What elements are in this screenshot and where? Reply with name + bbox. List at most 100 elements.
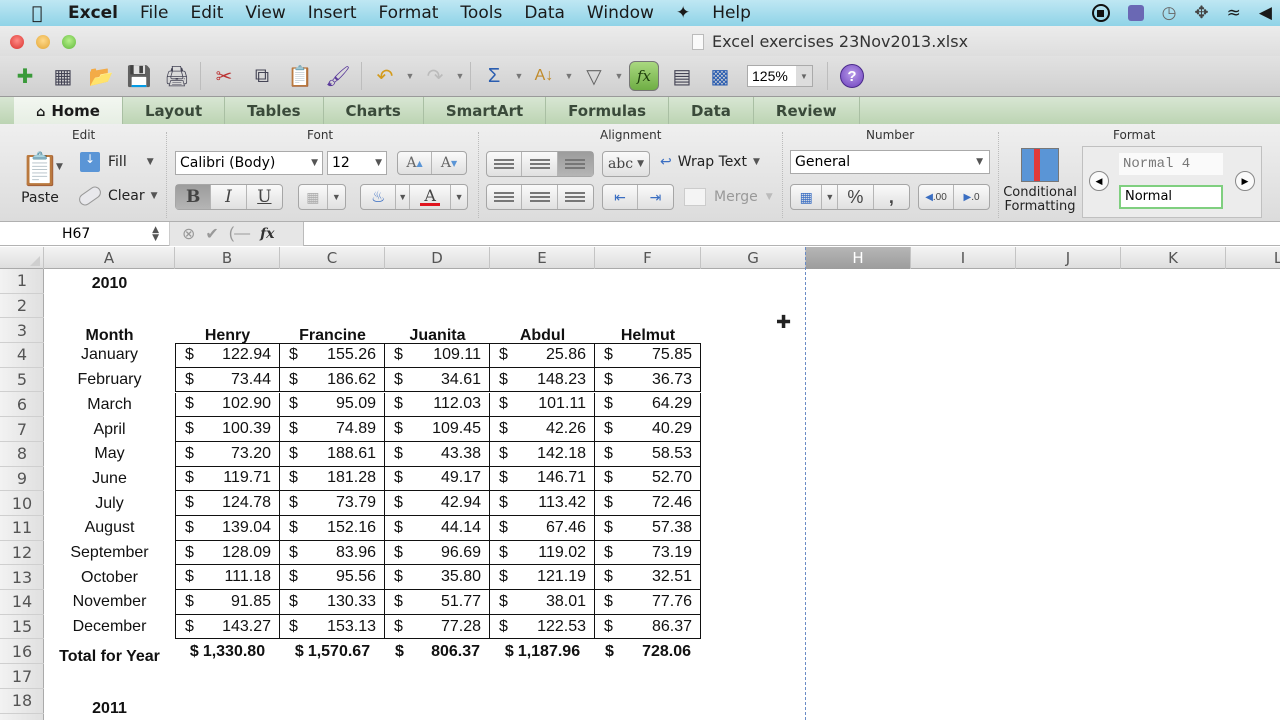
total-cell[interactable]: $1,570.67 [280, 640, 385, 665]
row-header-4[interactable]: 4 [0, 343, 44, 368]
insert-function-button[interactable]: fx [260, 226, 274, 242]
cell-a18-year[interactable]: 2011 [44, 697, 175, 722]
tab-review[interactable]: Review [754, 97, 860, 125]
row-header-14[interactable]: 14 [0, 590, 44, 615]
align-center-button[interactable] [522, 185, 558, 209]
tab-tables[interactable]: Tables [225, 97, 324, 125]
amount-cell[interactable]: $112.03 [385, 392, 490, 418]
row-header-1[interactable]: 1 [0, 269, 44, 294]
amount-cell[interactable]: $42.26 [490, 417, 595, 442]
amount-cell[interactable]: $95.09 [280, 392, 385, 418]
increase-indent-button[interactable]: ⇥ [638, 185, 673, 209]
style-normal-4[interactable]: Normal 4 [1119, 153, 1223, 175]
menu-insert[interactable]: Insert [297, 3, 368, 23]
cut-icon[interactable]: ✂ [209, 61, 239, 91]
amount-cell[interactable]: $52.70 [595, 466, 701, 492]
amount-cell[interactable]: $181.28 [280, 466, 385, 492]
worksheet-grid[interactable]: 2010 Month Henry Francine Juanita Abdul … [44, 269, 1280, 720]
amount-cell[interactable]: $91.85 [175, 590, 280, 615]
bluetooth-icon[interactable]: ✥ [1194, 3, 1208, 23]
amount-cell[interactable]: $96.69 [385, 540, 490, 566]
month-cell[interactable]: August [44, 516, 175, 541]
row-header-10[interactable]: 10 [0, 491, 44, 516]
month-cell[interactable]: March [44, 393, 175, 418]
tab-smartart[interactable]: SmartArt [424, 97, 547, 125]
amount-cell[interactable]: $49.17 [385, 466, 490, 492]
filter-dropdown-icon[interactable]: ▼ [613, 61, 625, 91]
align-right-button[interactable] [558, 185, 593, 209]
amount-cell[interactable]: $102.90 [175, 392, 280, 418]
formula-input[interactable] [304, 222, 1280, 246]
menu-window[interactable]: Window [576, 3, 665, 23]
menu-file[interactable]: File [129, 3, 179, 23]
tab-formulas[interactable]: Formulas [546, 97, 670, 125]
amount-cell[interactable]: $64.29 [595, 392, 701, 418]
amount-cell[interactable]: $128.09 [175, 540, 280, 566]
confirm-entry-icon[interactable]: ✔ [205, 224, 218, 244]
redo-dropdown-icon[interactable]: ▼ [454, 61, 466, 91]
amount-cell[interactable]: $83.96 [280, 540, 385, 566]
align-middle-button[interactable] [522, 152, 558, 176]
amount-cell[interactable]: $35.80 [385, 565, 490, 591]
redo-icon[interactable]: ↷ [420, 61, 450, 91]
copy-icon[interactable]: ⧉ [247, 61, 277, 91]
amount-cell[interactable]: $36.73 [595, 367, 701, 393]
close-window-button[interactable] [10, 35, 24, 49]
menu-view[interactable]: View [234, 3, 296, 23]
row-header-9[interactable]: 9 [0, 467, 44, 492]
save-icon[interactable]: 💾 [124, 61, 154, 91]
row-header-13[interactable]: 13 [0, 565, 44, 591]
italic-button[interactable]: I [211, 185, 247, 209]
sort-icon[interactable]: A↓ [529, 61, 559, 91]
chevron-down-icon[interactable]: ▼ [796, 66, 812, 86]
format-painter-icon[interactable]: 🖌 [323, 61, 353, 91]
undo-dropdown-icon[interactable]: ▼ [404, 61, 416, 91]
row-header-2[interactable]: 2 [0, 294, 44, 319]
amount-cell[interactable]: $73.44 [175, 367, 280, 393]
select-all-button[interactable] [0, 247, 44, 269]
menu-data[interactable]: Data [513, 3, 576, 23]
merge-button[interactable]: Merge ▼ [684, 188, 773, 206]
row-header-3[interactable]: 3 [0, 318, 44, 344]
time-machine-icon[interactable]: ◷ [1162, 3, 1177, 23]
autosum-icon[interactable]: Σ [479, 61, 509, 91]
shrink-font-button[interactable]: A ▼ [432, 152, 466, 174]
menu-app[interactable]: Excel [54, 3, 129, 23]
open-icon[interactable]: 📂 [86, 61, 116, 91]
help-button[interactable]: ? [840, 64, 864, 88]
amount-cell[interactable]: $155.26 [280, 343, 385, 368]
paste-dropdown-icon[interactable]: ▼ [56, 162, 63, 172]
bold-button[interactable]: B [176, 185, 212, 209]
tab-home[interactable]: ⌂ Home [14, 97, 123, 125]
accounting-format-icon[interactable]: ▦ [791, 185, 823, 209]
amount-cell[interactable]: $38.01 [490, 590, 595, 615]
apple-menu-icon[interactable]:  [20, 3, 54, 24]
amount-cell[interactable]: $32.51 [595, 565, 701, 591]
amount-cell[interactable]: $77.76 [595, 590, 701, 615]
gallery-prev-button[interactable]: ◀ [1089, 171, 1109, 191]
amount-cell[interactable]: $74.89 [280, 417, 385, 442]
amount-cell[interactable]: $72.46 [595, 491, 701, 516]
column-header-f[interactable]: F [595, 247, 701, 269]
amount-cell[interactable]: $73.20 [175, 441, 280, 467]
comma-style-button[interactable]: , [874, 185, 909, 209]
row-header-16[interactable]: 16 [0, 640, 44, 665]
amount-cell[interactable]: $148.23 [490, 367, 595, 393]
amount-cell[interactable]: $153.13 [280, 614, 385, 640]
cell-a1-year[interactable]: 2010 [44, 272, 175, 297]
zoom-select[interactable]: 125% ▼ [747, 65, 813, 87]
amount-cell[interactable]: $146.71 [490, 466, 595, 492]
wrap-text-button[interactable]: ↩ Wrap Text ▼ [660, 154, 760, 170]
amount-cell[interactable]: $142.18 [490, 441, 595, 467]
column-header-k[interactable]: K [1121, 247, 1226, 269]
amount-cell[interactable]: $100.39 [175, 417, 280, 442]
column-header-j[interactable]: J [1016, 247, 1121, 269]
font-color-dropdown-icon[interactable]: ▼ [451, 185, 467, 209]
volume-icon[interactable]: ◀ [1259, 3, 1272, 23]
amount-cell[interactable]: $113.42 [490, 491, 595, 516]
tab-data[interactable]: Data [669, 97, 754, 125]
align-bottom-button[interactable] [557, 152, 594, 176]
amount-cell[interactable]: $186.62 [280, 367, 385, 393]
amount-cell[interactable]: $57.38 [595, 516, 701, 541]
formula-builder-button[interactable]: fx [629, 61, 659, 91]
